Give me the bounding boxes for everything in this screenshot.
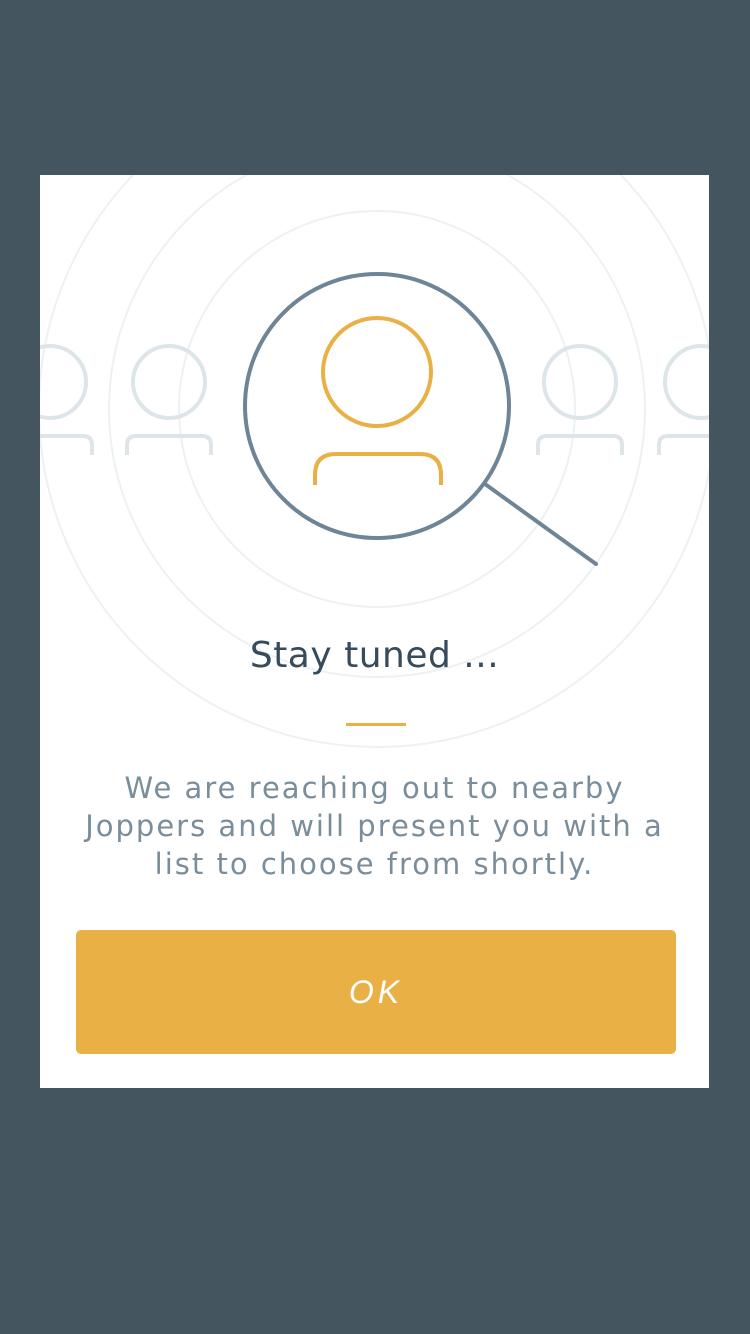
- faded-person-icon: [657, 344, 709, 455]
- screen-overlay: Stay tuned ... We are reaching out to ne…: [0, 0, 750, 1334]
- stay-tuned-dialog: Stay tuned ... We are reaching out to ne…: [40, 175, 709, 1088]
- magnifier-icon: [243, 272, 598, 566]
- dialog-message: We are reaching out to nearby Joppers an…: [85, 771, 664, 881]
- faded-person-icon: [125, 344, 213, 455]
- faded-person-icon: [536, 344, 624, 455]
- ok-button-label: OK: [348, 973, 404, 1010]
- ok-button[interactable]: OK: [76, 930, 676, 1054]
- dialog-title: Stay tuned ...: [249, 635, 500, 676]
- faded-person-icon: [40, 344, 94, 455]
- title-divider: [346, 723, 406, 726]
